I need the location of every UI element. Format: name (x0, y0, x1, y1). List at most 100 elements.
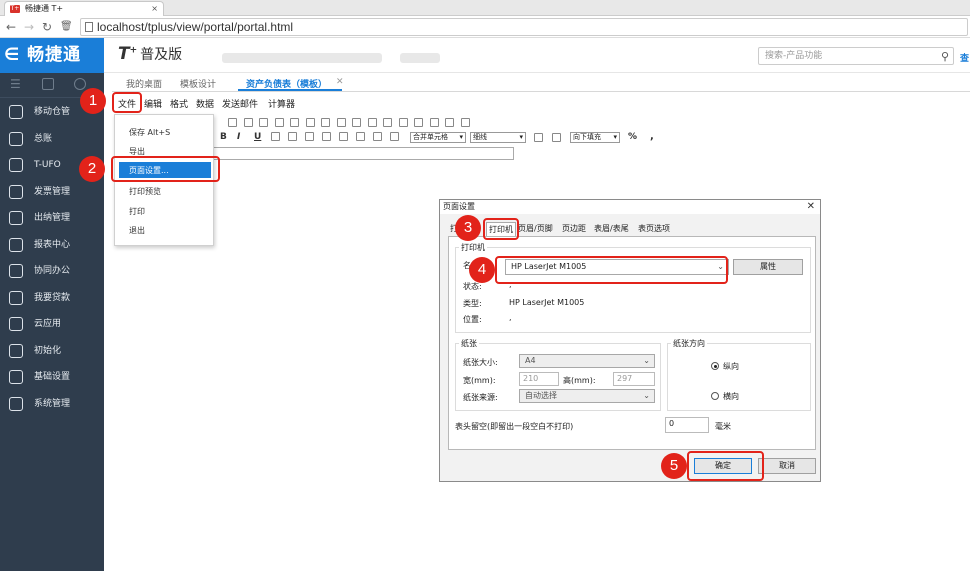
sidebar-item[interactable]: 协同办公 (0, 258, 104, 284)
menu-item-print-preview[interactable]: 打印预览 (129, 186, 161, 197)
chart-icon[interactable] (367, 118, 377, 127)
paper-source-label: 纸张来源: (463, 393, 498, 402)
portrait-radio[interactable] (711, 362, 719, 370)
printer-properties-button[interactable]: 属性 (733, 259, 803, 275)
height-label: 高(mm): (563, 376, 596, 385)
fill-down-select[interactable]: 向下填充 ▾ (570, 132, 620, 143)
sidebar-item-label: 报表中心 (34, 239, 71, 250)
font-color-icon[interactable] (288, 132, 297, 141)
paste-icon[interactable] (290, 118, 299, 127)
sidebar-item[interactable]: 基础设置 (0, 364, 104, 390)
image-icon[interactable] (383, 118, 392, 127)
comma-button[interactable]: , (650, 131, 654, 142)
close-tab-icon[interactable]: × (151, 2, 158, 16)
new-icon[interactable] (228, 118, 237, 127)
percent-button[interactable]: % (628, 132, 637, 142)
open-icon[interactable] (243, 118, 253, 127)
header-space-input[interactable]: 0 (665, 417, 709, 433)
grid-icon[interactable] (42, 78, 54, 90)
tab-my-desktop[interactable]: 我的桌面 (126, 77, 162, 90)
print-icon[interactable] (398, 118, 408, 127)
tab-margins[interactable]: 页边距 (560, 222, 588, 236)
sum-icon[interactable] (414, 118, 423, 127)
reload-icon[interactable]: ↻ (42, 19, 52, 35)
paper-size-select[interactable]: A4 ⌄ (519, 354, 655, 368)
cut-icon[interactable] (259, 118, 268, 127)
header-link-cut[interactable]: 查 (960, 51, 969, 64)
height-input[interactable]: 297 (613, 372, 655, 386)
search-input[interactable]: 搜索-产品功能 ⚲ (758, 47, 954, 65)
sidebar-item[interactable]: 总账 (0, 126, 104, 152)
menu-data[interactable]: 数据 (196, 97, 214, 110)
sidebar-item[interactable]: 我要贷款 (0, 285, 104, 311)
align-center-icon[interactable] (339, 132, 348, 141)
find-icon[interactable] (321, 118, 330, 127)
trash-icon[interactable]: 🗑 (60, 19, 73, 35)
menu-edit[interactable]: 编辑 (144, 97, 162, 110)
sidebar-item[interactable]: 云应用 (0, 311, 104, 337)
blurred-company-name (222, 53, 382, 63)
sum-sel-icon[interactable] (429, 118, 439, 127)
merge-cells-select[interactable]: 合并单元格 ▾ (410, 132, 466, 143)
sort-desc-icon[interactable] (352, 118, 361, 127)
align-left-icon[interactable] (322, 132, 331, 141)
formula-input[interactable] (204, 147, 514, 160)
sidebar-item[interactable]: 报表中心 (0, 232, 104, 258)
underline-icon[interactable]: U (254, 132, 261, 142)
sidebar-item-label: 初始化 (34, 345, 62, 356)
border-style-select[interactable]: 细线 ▾ (470, 132, 526, 143)
menu-format[interactable]: 格式 (170, 97, 188, 110)
tab-header-footer[interactable]: 页眉/页脚 (516, 222, 555, 236)
search-icon[interactable]: ⚲ (941, 49, 949, 65)
page-setup-dialog: 页面设置 ✕ 打 打印机 页眉/页脚 页边距 表眉/表尾 表页选项 打印机 名 … (439, 199, 821, 482)
sidebar-item-label: 总账 (34, 133, 53, 144)
bold-icon[interactable]: B (220, 132, 227, 142)
refresh-icon[interactable] (74, 78, 86, 90)
tab-table-header[interactable]: 表眉/表尾 (592, 222, 631, 236)
sidebar-item[interactable]: 初始化 (0, 338, 104, 364)
menu-icon[interactable]: ☰ (10, 78, 22, 90)
justify-icon[interactable] (373, 132, 382, 141)
tab-table-options[interactable]: 表页选项 (636, 222, 672, 236)
width-input[interactable]: 210 (519, 372, 559, 386)
sum-all-icon[interactable] (445, 118, 454, 127)
eraser-icon[interactable] (534, 133, 543, 142)
landscape-radio[interactable] (711, 392, 719, 400)
format-painter-icon[interactable] (552, 133, 561, 142)
dialog-close-icon[interactable]: ✕ (807, 200, 815, 214)
sidebar-item[interactable]: 发票管理 (0, 179, 104, 205)
dropdown-arrow-icon: ⌄ (643, 391, 650, 400)
tab-template-design[interactable]: 模板设计 (180, 77, 216, 90)
browser-tab[interactable]: T+ 畅捷通 T+ × (4, 1, 164, 16)
align-right-icon[interactable] (356, 132, 365, 141)
sidebar-item[interactable]: 系统管理 (0, 391, 104, 417)
forward-arrow-icon[interactable]: → (24, 19, 34, 35)
annotation-box-file-menu (112, 92, 142, 113)
copy-icon[interactable] (274, 118, 284, 127)
menu-calculator[interactable]: 计算器 (268, 97, 295, 110)
indent-icon[interactable] (390, 132, 399, 141)
paper-source-select[interactable]: 自动选择 ⌄ (519, 389, 655, 403)
location-label: 位置: (463, 315, 482, 324)
url-field[interactable]: localhost/tplus/view/portal/portal.html (80, 18, 968, 36)
fill-color-icon[interactable] (271, 132, 280, 141)
app-logo[interactable]: ∈ 畅捷通 (0, 38, 104, 73)
italic-icon[interactable]: I (237, 132, 240, 142)
menu-item-save[interactable]: 保存 Alt+S (129, 127, 170, 138)
sidebar-item-label: 移动仓管 (34, 107, 71, 117)
close-tab-icon[interactable]: ✕ (336, 77, 344, 87)
menu-send-mail[interactable]: 发送邮件 (222, 97, 258, 110)
cashier-icon (9, 211, 23, 225)
cancel-button[interactable]: 取消 (758, 458, 816, 474)
sort-asc-icon[interactable] (336, 118, 346, 127)
sidebar-item[interactable]: 出纳管理 (0, 205, 104, 231)
menu-item-exit[interactable]: 退出 (129, 225, 145, 236)
header-space-unit: 毫米 (715, 422, 731, 431)
border-icon[interactable] (305, 132, 314, 141)
menu-item-print[interactable]: 打印 (129, 206, 145, 217)
delete-icon[interactable] (305, 118, 315, 127)
header-space-label: 表头留空(即留出一段空白不打印) (455, 422, 574, 431)
function-icon[interactable] (460, 118, 470, 127)
ufo-report-icon (9, 158, 23, 172)
back-arrow-icon[interactable]: ← (6, 19, 16, 35)
